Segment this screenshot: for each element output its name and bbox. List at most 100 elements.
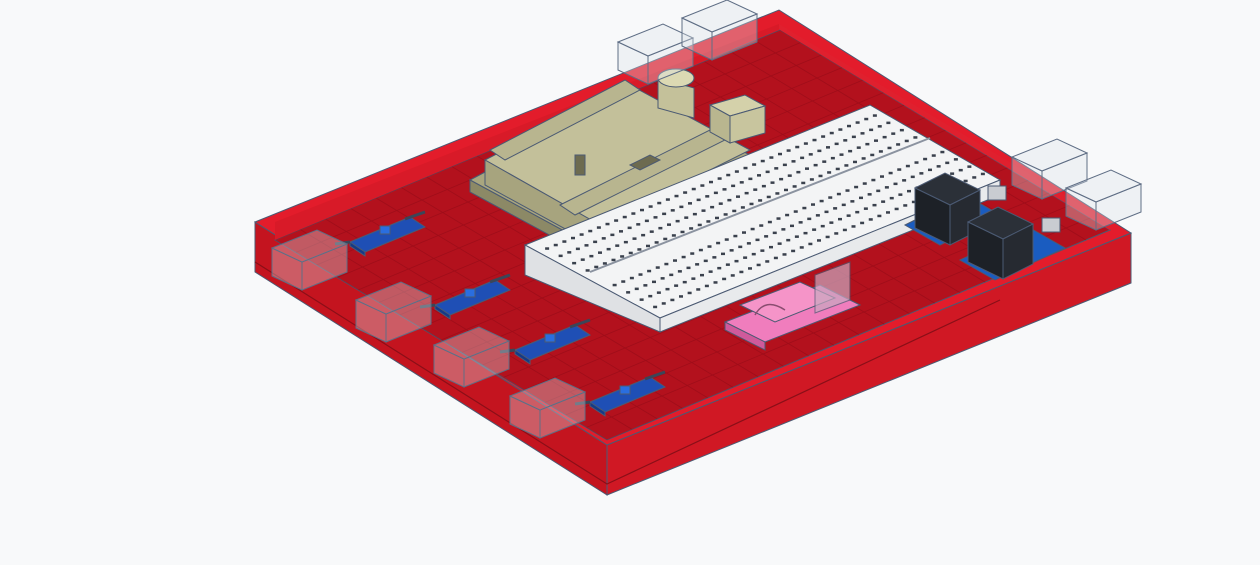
usb-connector [708, 94, 767, 144]
breadboard-hole [781, 228, 786, 231]
breadboard-hole [786, 238, 791, 242]
breadboard-hole [824, 210, 829, 214]
breadboard-hole [778, 152, 782, 156]
breadboard-hole [936, 165, 941, 168]
breadboard-hole [695, 263, 700, 266]
breadboard-hole [756, 263, 761, 267]
breadboard-hole [821, 135, 826, 138]
breadboard-hole [730, 274, 735, 277]
breadboard-hole [691, 277, 696, 280]
breadboard-hole [759, 224, 764, 227]
breadboard-hole [758, 199, 763, 202]
breadboard-hole [897, 168, 902, 171]
breadboard-hole [795, 145, 800, 149]
scene-canvas[interactable] [0, 0, 1260, 565]
breadboard-hole [776, 217, 781, 220]
breadboard-hole [829, 131, 834, 135]
breadboard-hole [847, 124, 851, 128]
breadboard-hole [647, 269, 652, 273]
breadboard-hole [653, 216, 658, 219]
breadboard-hole [958, 168, 963, 172]
breadboard-hole [819, 199, 824, 203]
breadboard-hole [751, 252, 756, 256]
breadboard-hole [880, 175, 884, 178]
breadboard-hole [834, 142, 839, 146]
breadboard-hole [626, 291, 631, 294]
breadboard-hole [579, 233, 584, 236]
breadboard-hole [614, 219, 619, 222]
breadboard-hole [757, 174, 761, 177]
breadboard-hole [671, 234, 676, 237]
breadboard-hole [670, 209, 675, 212]
breadboard-hole [732, 209, 737, 213]
breadboard-hole [683, 191, 688, 194]
breadboard-hole [860, 132, 865, 135]
breadboard-hole [627, 226, 632, 230]
breadboard-hole [724, 238, 729, 241]
breadboard-hole [850, 200, 855, 203]
breadboard-hole [733, 234, 738, 238]
breadboard-hole [664, 262, 669, 266]
breadboard-hole [717, 266, 722, 270]
breadboard-hole [707, 245, 712, 248]
breadboard-hole [658, 226, 663, 230]
breadboard-hole [612, 283, 617, 287]
breadboard-hole [674, 284, 679, 287]
breadboard-hole [818, 174, 823, 178]
breadboard-hole [877, 214, 882, 218]
breadboard-hole [690, 252, 695, 255]
breadboard-hole [655, 266, 660, 269]
breadboard-hole [638, 273, 643, 276]
breadboard-hole [817, 239, 821, 242]
breadboard-hole [876, 189, 881, 193]
breadboard-hole [674, 194, 679, 198]
breadboard-hole [848, 149, 853, 153]
breadboard-hole [623, 240, 628, 244]
breadboard-hole [686, 266, 691, 270]
breadboard-hole [663, 237, 668, 241]
breadboard-hole [765, 170, 770, 174]
breadboard-hole [793, 210, 798, 213]
breadboard-hole [872, 203, 877, 207]
breadboard-hole [785, 213, 790, 217]
breadboard-hole [722, 188, 727, 191]
breadboard-hole [868, 218, 873, 221]
breadboard-hole [812, 228, 817, 231]
breadboard-hole [665, 198, 670, 201]
breadboard-hole [894, 207, 899, 211]
breadboard-hole [740, 206, 745, 209]
breadboard-hole [919, 172, 924, 175]
breadboard-hole [801, 181, 806, 185]
breadboard-hole [841, 203, 846, 207]
breadboard-hole [675, 219, 680, 223]
breadboard-hole [843, 139, 848, 142]
breadboard-hole [853, 160, 857, 164]
breadboard-hole [799, 246, 804, 249]
breadboard-hole [558, 254, 563, 258]
breadboard-hole [794, 235, 799, 238]
3d-viewport[interactable] [0, 0, 1260, 565]
breadboard-hole [784, 188, 788, 192]
breadboard-hole [775, 192, 780, 195]
breadboard-hole [870, 153, 875, 157]
breadboard-hole [665, 287, 670, 291]
breadboard-hole [594, 265, 599, 269]
breadboard-hole [669, 273, 674, 277]
breadboard-hole [593, 240, 598, 244]
breadboard-hole [641, 233, 646, 237]
breadboard-hole [712, 256, 717, 259]
breadboard-hole [637, 248, 642, 251]
breadboard-hole [769, 156, 774, 159]
breadboard-hole [829, 221, 834, 224]
breadboard-hole [643, 284, 648, 287]
breadboard-hole [765, 260, 770, 263]
breadboard-hole [791, 249, 796, 253]
breadboard-hole [874, 139, 878, 142]
breadboard-hole [886, 121, 891, 125]
breadboard-hole [649, 230, 654, 233]
breadboard-hole [748, 267, 752, 270]
breadboard-hole [800, 156, 805, 160]
breadboard-hole [721, 252, 725, 256]
breadboard-hole [851, 225, 856, 228]
breadboard-hole [749, 202, 754, 206]
